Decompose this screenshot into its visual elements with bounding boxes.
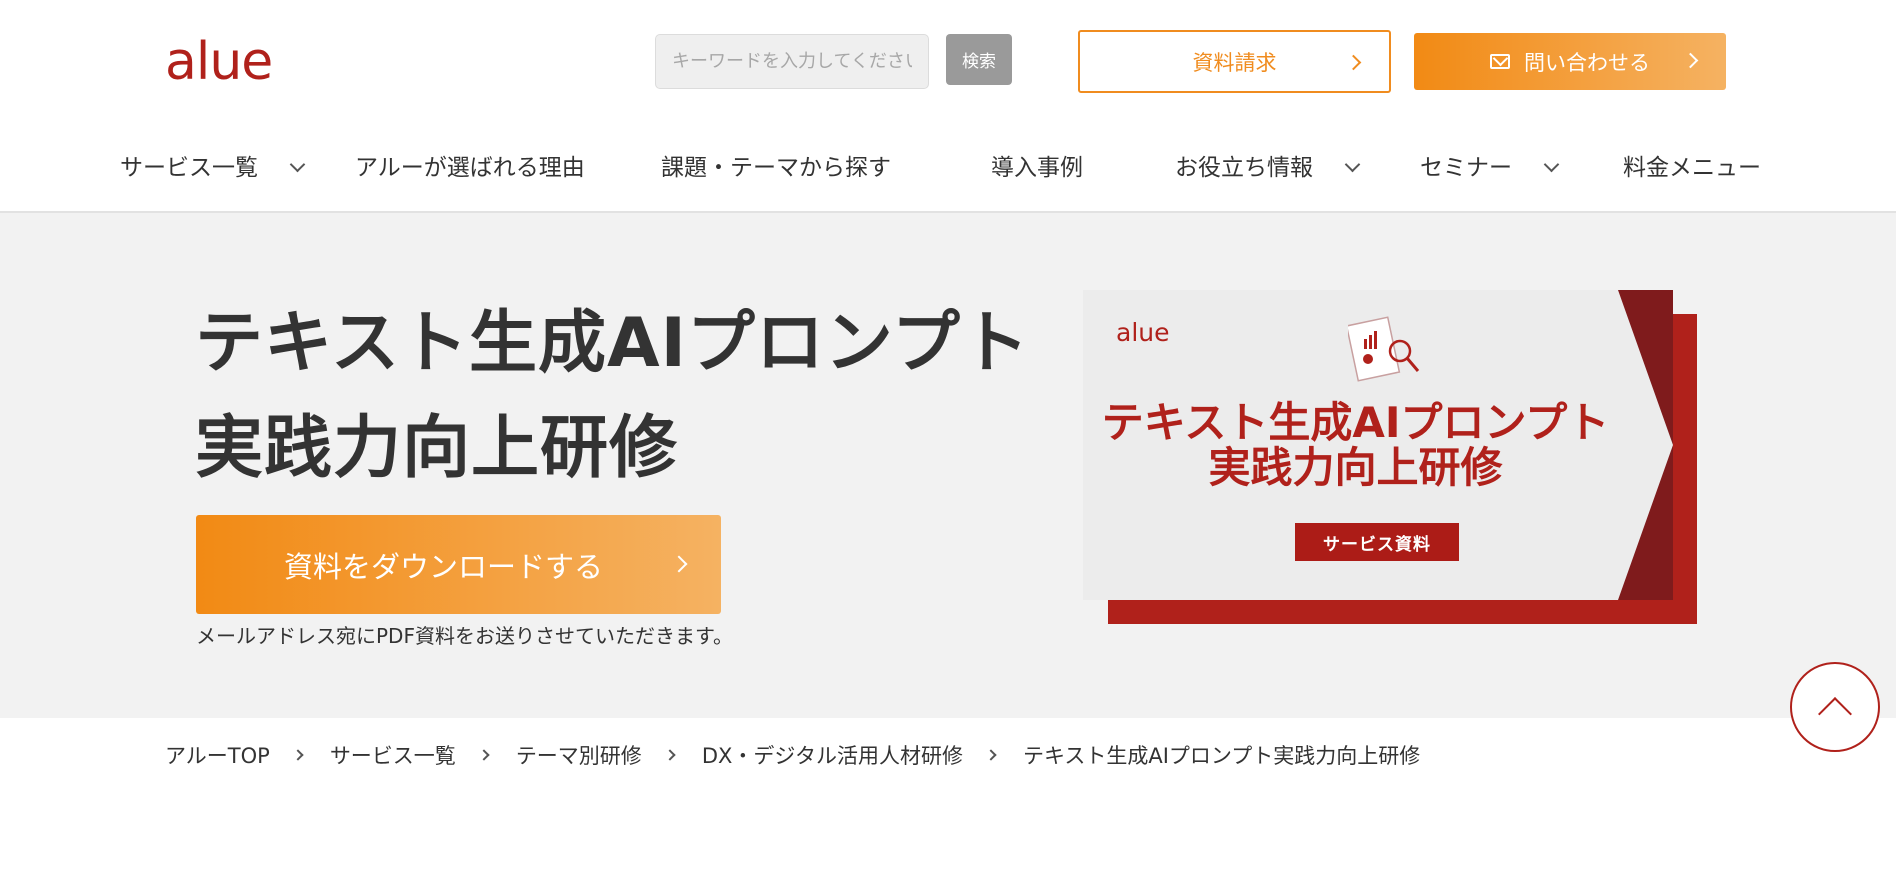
mail-icon [1490,54,1510,69]
page-title-line1: テキスト生成AIプロンプト [195,304,1030,383]
breadcrumb-link-theme[interactable]: テーマ別研修 [516,740,642,770]
document-magnifier-icon [1348,316,1420,382]
thumbnail-title-line2: 実践力向上研修 [1208,443,1503,492]
nav-item-resources[interactable]: お役立ち情報 [1175,148,1361,188]
nav-item-label: サービス一覧 [120,155,258,181]
nav-item-services[interactable]: サービス一覧 [120,148,306,188]
download-button[interactable]: 資料をダウンロードする [196,515,721,614]
alue-logo[interactable]: alue [165,34,273,90]
page-title-line2: 実践力向上研修 [195,409,679,488]
thumbnail-badge: サービス資料 [1295,523,1459,561]
contact-button[interactable]: 問い合わせる [1414,33,1726,90]
thumbnail-title-line1: テキスト生成AIプロンプト [1101,398,1610,447]
main-nav: サービス一覧 アルーが選ばれる理由 課題・テーマから探す 導入事例 お役立ち情報… [0,148,1896,188]
thumbnail-card: alue テキスト生成AIプロンプト 実践力向上研修 サービス資料 [1083,290,1673,600]
download-button-label: 資料をダウンロードする [283,549,603,584]
nav-item-label: 料金メニュー [1623,155,1761,181]
nav-item-reasons[interactable]: アルーが選ばれる理由 [355,148,585,188]
thumbnail-logo: alue [1116,318,1170,347]
document-request-button[interactable]: 資料請求 [1078,30,1391,93]
nav-item-label: 課題・テーマから探す [661,155,891,181]
hero-section: テキスト生成AIプロンプト 実践力向上研修 資料をダウンロードする メールアドレ… [0,213,1896,718]
chevron-down-icon [1543,156,1560,173]
nav-item-label: アルーが選ばれる理由 [355,155,585,181]
breadcrumb-current: テキスト生成AIプロンプト実践力向上研修 [1022,744,1421,768]
chevron-right-icon [664,749,676,761]
search-button[interactable]: 検索 [946,34,1012,85]
nav-item-label: セミナー [1420,155,1512,181]
page-title: テキスト生成AIプロンプト 実践力向上研修 [195,291,1030,501]
nav-item-label: お役立ち情報 [1175,155,1313,181]
document-thumbnail: alue テキスト生成AIプロンプト 実践力向上研修 サービス資料 [1083,290,1697,624]
chevron-right-icon [478,749,490,761]
nav-item-label: 導入事例 [991,155,1083,181]
breadcrumb: アルーTOP サービス一覧 テーマ別研修 DX・デジタル活用人材研修 テキスト生… [165,740,1420,770]
breadcrumb-link-services[interactable]: サービス一覧 [330,740,456,770]
nav-item-themes[interactable]: 課題・テーマから探す [661,148,891,188]
breadcrumb-link-dx[interactable]: DX・デジタル活用人材研修 [702,740,963,770]
chevron-down-icon [1344,156,1361,173]
nav-item-seminars[interactable]: セミナー [1420,148,1560,188]
thumbnail-title: テキスト生成AIプロンプト 実践力向上研修 [1083,400,1628,490]
nav-item-cases[interactable]: 導入事例 [991,148,1083,188]
contact-label: 問い合わせる [1524,50,1650,75]
back-to-top-button[interactable] [1790,662,1880,752]
document-request-label: 資料請求 [1192,50,1277,75]
download-note: メールアドレス宛にPDF資料をお送りさせていただきます。 [196,624,733,648]
chevron-right-icon [1682,52,1699,69]
chevron-right-icon [292,749,304,761]
nav-item-pricing[interactable]: 料金メニュー [1623,148,1761,188]
search-input[interactable] [655,34,929,89]
breadcrumb-link-top[interactable]: アルーTOP [165,740,270,770]
chevron-right-icon [670,555,688,573]
chevron-right-icon [1345,54,1362,71]
chevron-down-icon [289,156,306,173]
chevron-right-icon [985,749,997,761]
